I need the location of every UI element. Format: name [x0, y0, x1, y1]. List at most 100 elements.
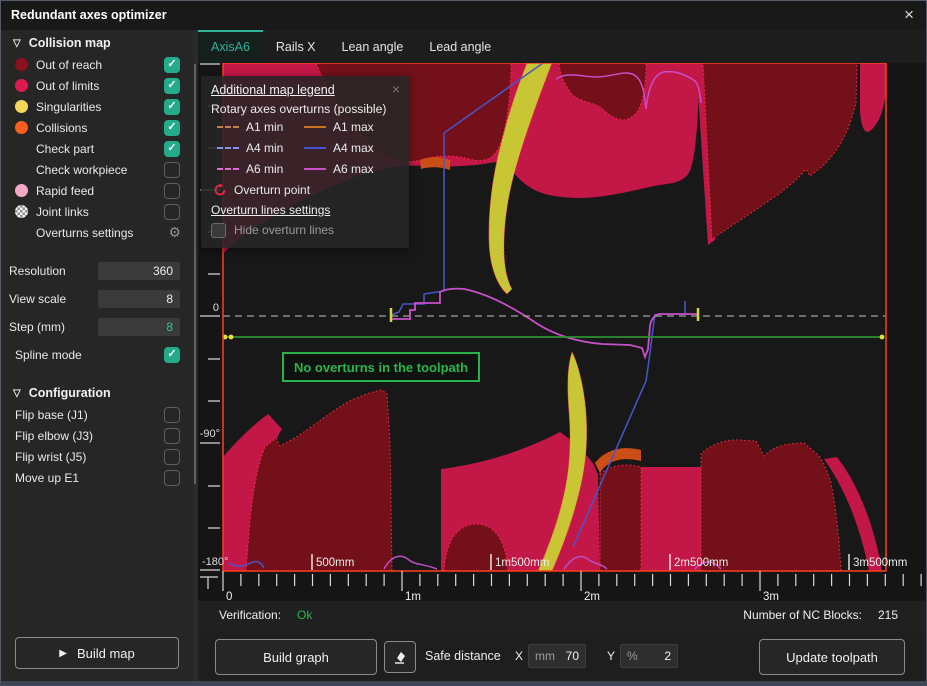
main-area: AxisA6 Rails X Lean angle Lead angle [198, 30, 926, 681]
window-title: Redundant axes optimizer [11, 8, 167, 22]
config-move-up-e1: Move up E1 [1, 467, 193, 488]
safe-distance-x-field[interactable]: mm 70 [528, 644, 586, 668]
config-flip-elbow: Flip elbow (J3) [1, 425, 193, 446]
safe-distance-x-label: X [515, 649, 523, 663]
checkbox-flip-elbow[interactable] [164, 428, 180, 444]
spline-mode-row: Spline mode ✓ [1, 341, 193, 368]
color-dot-collisions [15, 121, 28, 134]
overturn-point-icon [213, 183, 227, 197]
color-dot-out-of-reach [15, 58, 28, 71]
svg-text:3m500mm: 3m500mm [853, 557, 907, 569]
checkbox-flip-base[interactable] [164, 407, 180, 423]
legend-item-singularities: Singularities ✓ [1, 96, 193, 117]
tab-lean-angle[interactable]: Lean angle [329, 30, 417, 63]
verification-label: Verification: [219, 608, 281, 622]
gear-icon[interactable]: ⚙ [168, 224, 181, 241]
a1-max-swatch [304, 126, 326, 128]
y-label-0: 0 [213, 302, 219, 314]
checkbox-rapid-feed[interactable] [164, 183, 180, 199]
legend-item-check-workpiece: Check workpiece [1, 159, 193, 180]
tab-lead-angle[interactable]: Lead angle [416, 30, 504, 63]
color-dot-singularities [15, 100, 28, 113]
hide-overturn-lines-row: Hide overturn lines [211, 220, 399, 240]
collapse-icon: ▽ [13, 38, 21, 49]
tab-bar: AxisA6 Rails X Lean angle Lead angle [198, 30, 926, 63]
eraser-button[interactable] [384, 641, 416, 673]
nc-blocks-label: Number of NC Blocks: [743, 608, 862, 622]
play-icon: ▶ [59, 648, 67, 659]
x-ruler-labels: 0 1m 2m 3m [226, 591, 779, 601]
build-graph-button[interactable]: Build graph [215, 639, 377, 675]
controls-row: Build graph Safe distance X mm 70 Y % 2 … [198, 631, 926, 681]
eraser-icon [391, 648, 409, 666]
sidebar: ▽ Collision map Out of reach ✓ Out of li… [1, 30, 193, 681]
update-toolpath-button[interactable]: Update toolpath [759, 639, 905, 675]
color-dot-out-of-limits [15, 79, 28, 92]
collision-map-header[interactable]: ▽ Collision map [1, 30, 193, 54]
a4-min-swatch [217, 147, 239, 149]
collision-map-chart: 0 -90° -180° 0 1m 2m 3m [198, 63, 927, 601]
config-flip-base: Flip base (J1) [1, 404, 193, 425]
y-label-minus180: -180° [202, 556, 228, 568]
no-overturns-annotation: No overturns in the toolpath [282, 352, 480, 382]
legend-close-icon[interactable]: × [392, 81, 400, 97]
svg-text:1m500mm: 1m500mm [495, 557, 549, 569]
svg-text:1m: 1m [405, 591, 421, 601]
legend-row-a6: A6 min A6 max [211, 158, 399, 179]
a4-max-swatch [304, 147, 326, 149]
legend-subtitle: Rotary axes overturns (possible) [211, 102, 399, 116]
checkbox-out-of-limits[interactable]: ✓ [164, 78, 180, 94]
y-label-minus90: -90° [200, 428, 220, 440]
checkbox-spline-mode[interactable]: ✓ [164, 347, 180, 363]
svg-text:3m: 3m [763, 591, 779, 601]
tab-axis-a6[interactable]: AxisA6 [198, 30, 263, 63]
checkbox-collisions[interactable]: ✓ [164, 120, 180, 136]
configuration-header[interactable]: ▽ Configuration [1, 380, 193, 404]
build-map-button[interactable]: ▶ Build map [15, 637, 179, 669]
svg-text:2m: 2m [584, 591, 600, 601]
checkbox-singularities[interactable]: ✓ [164, 99, 180, 115]
svg-text:0: 0 [226, 591, 232, 601]
resolution-input[interactable]: 360 [98, 262, 180, 280]
color-dot-joint-links [15, 205, 28, 218]
checkbox-flip-wrist[interactable] [164, 449, 180, 465]
config-flip-wrist: Flip wrist (J5) [1, 446, 193, 467]
safe-distance-label: Safe distance [425, 649, 501, 663]
resolution-row: Resolution 360 [1, 257, 193, 285]
legend-item-joint-links: Joint links [1, 201, 193, 222]
checkbox-out-of-reach[interactable]: ✓ [164, 57, 180, 73]
overturn-lines-settings-link[interactable]: Overturn lines settings [211, 200, 399, 220]
color-dot-rapid-feed [15, 184, 28, 197]
checkbox-check-workpiece[interactable] [164, 162, 180, 178]
collapse-icon: ▽ [13, 388, 21, 399]
verification-status: Ok [297, 608, 312, 622]
close-icon[interactable]: × [904, 5, 914, 25]
legend-item-collisions: Collisions ✓ [1, 117, 193, 138]
overturn-point-row: Overturn point [213, 179, 399, 200]
safe-distance-y-field[interactable]: % 2 [620, 644, 678, 668]
legend-item-out-of-reach: Out of reach ✓ [1, 54, 193, 75]
tab-rails-x[interactable]: Rails X [263, 30, 329, 63]
a1-min-swatch [217, 126, 239, 128]
step-input[interactable]: 8 [98, 318, 180, 336]
step-row: Step (mm) 8 [1, 313, 193, 341]
nc-blocks-value: 215 [878, 608, 898, 622]
a6-min-swatch [217, 168, 239, 170]
view-scale-row: View scale 8 [1, 285, 193, 313]
legend-item-rapid-feed: Rapid feed [1, 180, 193, 201]
checkbox-move-up-e1[interactable] [164, 470, 180, 486]
scrollbar-thumb[interactable] [194, 64, 196, 484]
checkbox-hide-overturn-lines[interactable] [211, 223, 226, 238]
view-scale-input[interactable]: 8 [98, 290, 180, 308]
title-bar: Redundant axes optimizer × [1, 1, 926, 30]
legend-item-check-part: Check part ✓ [1, 138, 193, 159]
checkbox-joint-links[interactable] [164, 204, 180, 220]
svg-text:2m500mm: 2m500mm [674, 557, 728, 569]
legend-row-a4: A4 min A4 max [211, 137, 399, 158]
checkbox-check-part[interactable]: ✓ [164, 141, 180, 157]
legend-title[interactable]: Additional map legend [211, 83, 399, 97]
overturns-settings-row: Overturns settings ⚙ [1, 222, 193, 243]
additional-map-legend: × Additional map legend Rotary axes over… [201, 76, 409, 248]
x-ruler-ticks [223, 571, 921, 591]
svg-text:500mm: 500mm [316, 557, 354, 569]
